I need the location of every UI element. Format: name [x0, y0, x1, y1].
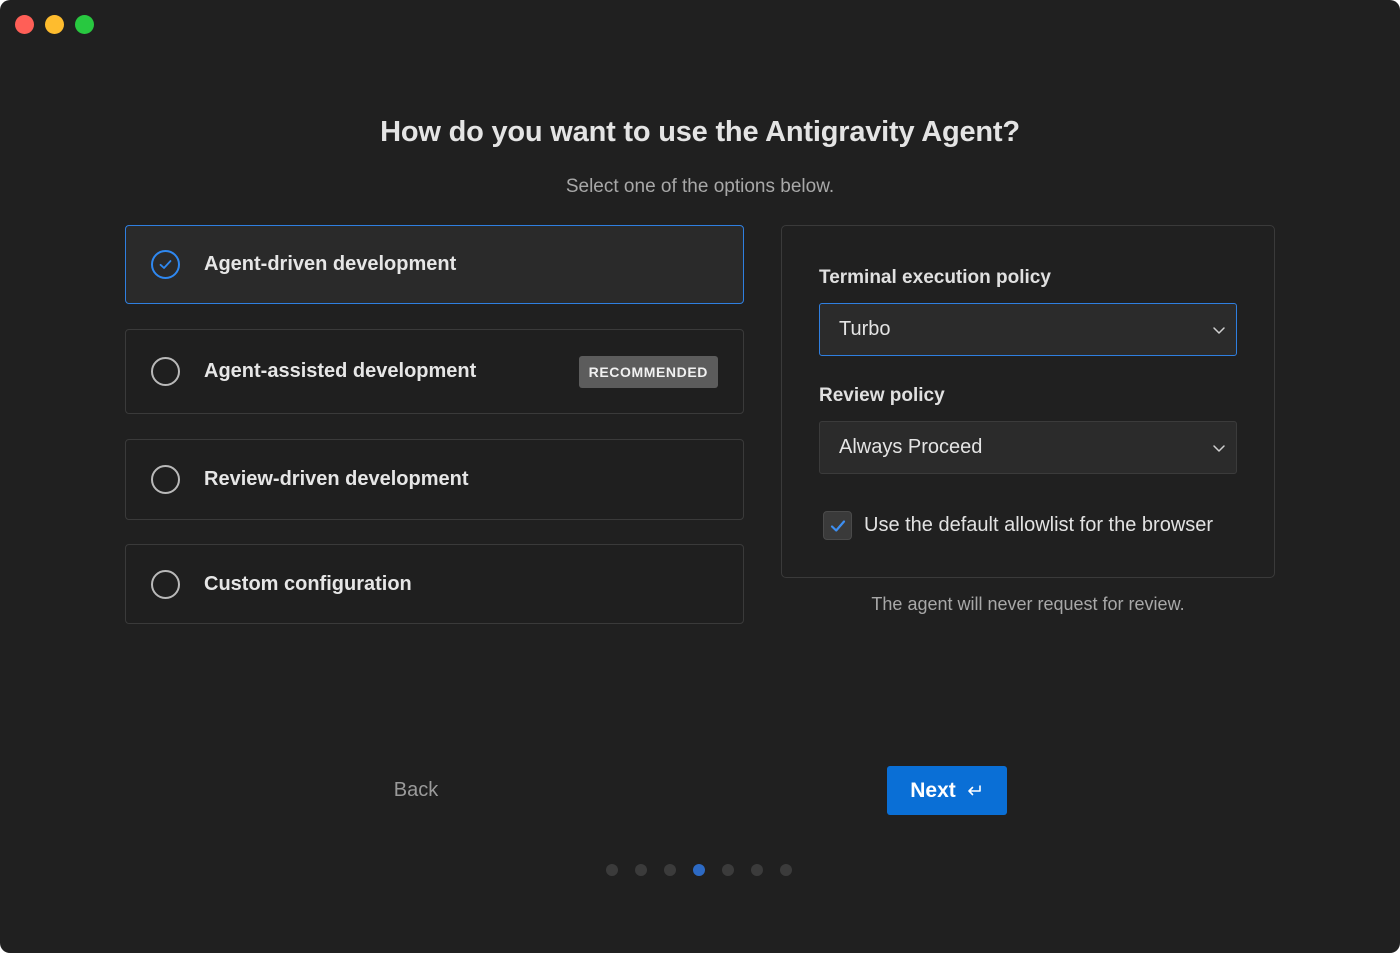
option-custom-configuration[interactable]: Custom configuration: [125, 544, 744, 624]
step-indicator: [606, 864, 792, 876]
settings-panel: Terminal execution policy Turbo Review p…: [781, 225, 1275, 578]
chevron-down-icon: [1213, 327, 1225, 334]
option-review-driven[interactable]: Review-driven development: [125, 439, 744, 520]
minimize-window-button[interactable]: [45, 15, 64, 34]
terminal-policy-label: Terminal execution policy: [819, 267, 1051, 288]
option-agent-driven[interactable]: Agent-driven development: [125, 225, 744, 304]
option-label: Review-driven development: [204, 468, 469, 490]
radio-unchecked-icon: [151, 569, 180, 599]
enter-key-icon: [967, 784, 981, 795]
allowlist-checkbox[interactable]: [823, 511, 852, 540]
terminal-policy-value: Turbo: [839, 318, 891, 340]
onboarding-window: How do you want to use the Antigravity A…: [0, 0, 1400, 953]
option-label: Agent-assisted development: [204, 360, 477, 382]
review-policy-label: Review policy: [819, 385, 945, 406]
option-label: Custom configuration: [204, 572, 412, 595]
option-label: Agent-driven development: [204, 253, 457, 275]
step-dot-current[interactable]: [693, 864, 705, 876]
radio-unchecked-icon: [151, 357, 180, 386]
step-dot[interactable]: [606, 864, 618, 876]
step-dot[interactable]: [722, 864, 734, 876]
checkmark-icon: [830, 519, 845, 532]
policy-hint: The agent will never request for review.: [871, 594, 1185, 614]
radio-unchecked-icon: [151, 465, 180, 494]
step-dot[interactable]: [780, 864, 792, 876]
recommended-badge: RECOMMENDED: [578, 355, 718, 388]
page-subtitle: Select one of the options below.: [565, 176, 835, 197]
back-button[interactable]: Back: [356, 766, 476, 815]
review-policy-select[interactable]: Always Proceed: [819, 421, 1237, 474]
step-dot[interactable]: [664, 864, 676, 876]
allowlist-checkbox-row[interactable]: Use the default allowlist for the browse…: [823, 511, 1213, 540]
chevron-down-icon: [1213, 445, 1225, 452]
window-controls: [15, 15, 94, 34]
page-title: How do you want to use the Antigravity A…: [380, 116, 1020, 148]
radio-checked-icon: [151, 250, 180, 279]
option-agent-assisted[interactable]: Agent-assisted development RECOMMENDED: [125, 329, 744, 414]
step-dot[interactable]: [751, 864, 763, 876]
zoom-window-button[interactable]: [75, 15, 94, 34]
allowlist-label: Use the default allowlist for the browse…: [864, 514, 1214, 536]
next-button[interactable]: Next: [887, 766, 1007, 815]
step-dot[interactable]: [635, 864, 647, 876]
close-window-button[interactable]: [15, 15, 34, 34]
review-policy-value: Always Proceed: [839, 436, 983, 458]
terminal-policy-select[interactable]: Turbo: [819, 303, 1237, 356]
next-button-label: Next: [910, 778, 956, 802]
